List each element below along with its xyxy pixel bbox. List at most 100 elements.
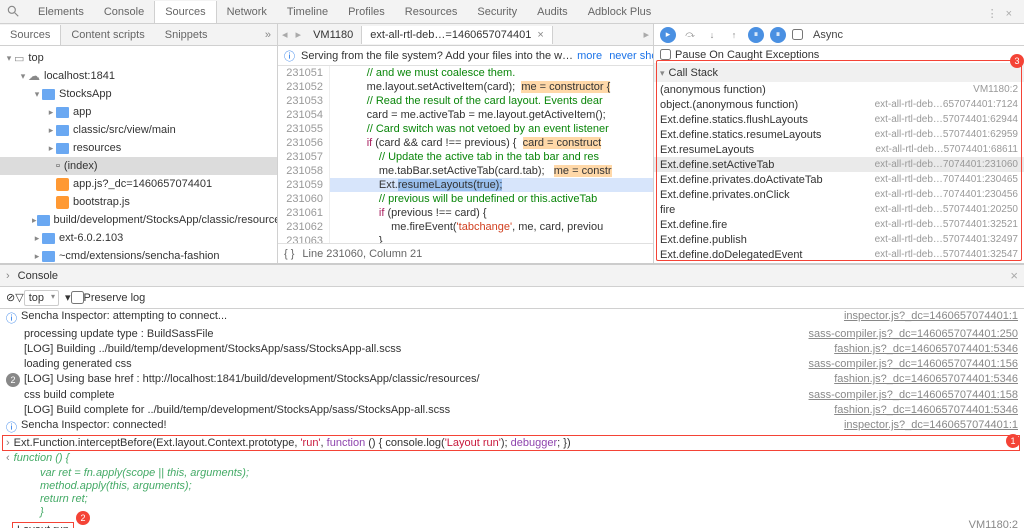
console-body[interactable]: ⓘSencha Inspector: attempting to connect…	[0, 309, 1024, 528]
source-link[interactable]: inspector.js?_dc=1460657074401:1	[844, 310, 1018, 322]
js-file-icon	[56, 178, 69, 191]
chevron-right-icon[interactable]: ›	[6, 270, 10, 282]
callstack-frame[interactable]: Ext.define.privates.doActivateTabext-all…	[654, 172, 1024, 187]
search-icon[interactable]	[6, 4, 20, 21]
filesystem-infobar: ⓘ Serving from the file system? Add your…	[278, 46, 653, 66]
source-link[interactable]: fashion.js?_dc=1460657074401:5346	[834, 373, 1018, 385]
context-selector[interactable]: top	[24, 290, 59, 306]
devtools-menu[interactable]: ⋮×	[975, 4, 1024, 20]
source-link[interactable]: fashion.js?_dc=1460657074401:5346	[834, 404, 1018, 416]
callstack-frame[interactable]: Ext.resumeLayoutsext-all-rtl-deb…5707440…	[654, 142, 1024, 157]
callstack-frame[interactable]: Ext.define.statics.resumeLayoutsext-all-…	[654, 127, 1024, 142]
source-link[interactable]: sass-compiler.js?_dc=1460657074401:158	[809, 389, 1018, 401]
tree-resources[interactable]: resources	[73, 142, 121, 154]
file-tree[interactable]: ▾top ▾localhost:1841 ▾StocksApp ▸app ▸cl…	[0, 46, 277, 263]
tree-host[interactable]: localhost:1841	[44, 70, 115, 82]
step-into-button[interactable]: ↓	[704, 27, 720, 43]
source-link[interactable]: VM1180:2	[969, 519, 1018, 528]
tab-nav-next-icon[interactable]: ▸	[292, 28, 306, 41]
tab-sources[interactable]: Sources	[154, 1, 216, 23]
tree-top[interactable]: top	[28, 52, 43, 64]
tab-network[interactable]: Network	[217, 1, 277, 23]
callstack-frame[interactable]: object.(anonymous function)ext-all-rtl-d…	[654, 97, 1024, 112]
console-message: css build completesass-compiler.js?_dc=1…	[0, 388, 1024, 403]
console-message-layout-run: Layout run2VM1180:2	[0, 518, 1024, 528]
async-checkbox[interactable]	[792, 29, 803, 40]
filter-icon[interactable]: ▽	[15, 291, 23, 304]
code-content[interactable]: // and we must coalesce them. me.layout.…	[330, 66, 653, 243]
tree-index[interactable]: (index)	[64, 160, 98, 172]
close-icon[interactable]: ×	[1002, 8, 1016, 20]
menu-kebab-icon[interactable]: ⋮	[983, 8, 1002, 20]
editor-tab-extall[interactable]: ext-all-rtl-deb…=1460657074401×	[362, 26, 553, 44]
callstack-frame[interactable]: Ext.define.statics.flushLayoutsext-all-r…	[654, 112, 1024, 127]
callstack-list[interactable]: (anonymous function)VM1180:2object.(anon…	[654, 82, 1024, 263]
editor-tab-vm1180[interactable]: VM1180	[305, 26, 362, 44]
close-icon[interactable]: ×	[537, 29, 543, 41]
step-over-button[interactable]: ⤼	[682, 27, 698, 43]
subtab-content-scripts[interactable]: Content scripts	[61, 25, 154, 45]
callstack-frame[interactable]: (anonymous function)VM1180:2	[654, 82, 1024, 97]
tree-classic[interactable]: classic/src/view/main	[73, 124, 176, 136]
tree-build[interactable]: build/development/StocksApp/classic/reso…	[54, 214, 277, 226]
tab-security[interactable]: Security	[467, 1, 527, 23]
console-message: ⓘSencha Inspector: attempting to connect…	[0, 309, 1024, 327]
callstack-frame[interactable]: Ext.define.privates.onClickext-all-rtl-d…	[654, 187, 1024, 202]
tab-audits[interactable]: Audits	[527, 1, 578, 23]
folder-icon	[42, 233, 55, 244]
subtab-snippets[interactable]: Snippets	[155, 25, 218, 45]
source-link[interactable]: fashion.js?_dc=1460657074401:5346	[834, 343, 1018, 355]
tab-nav-prev-icon[interactable]: ◂	[278, 28, 292, 41]
console-message: processing update type : BuildSassFilesa…	[0, 327, 1024, 342]
tab-resources[interactable]: Resources	[395, 1, 468, 23]
console-message: ⓘSencha Inspector: connected!inspector.j…	[0, 418, 1024, 436]
console-result-line: return ret;	[0, 492, 1024, 505]
close-icon[interactable]: ×	[1010, 268, 1018, 283]
tree-cmd[interactable]: ~cmd/extensions/sencha-fashion	[59, 250, 220, 262]
preserve-log-checkbox[interactable]	[71, 291, 84, 304]
tree-stocksapp[interactable]: StocksApp	[59, 88, 112, 100]
tab-overflow-icon[interactable]: ▸	[639, 28, 653, 41]
infobar-more[interactable]: more	[577, 50, 602, 62]
file-navigator: Sources Content scripts Snippets » ▾top …	[0, 24, 278, 263]
pause-caught-checkbox[interactable]	[660, 49, 671, 60]
callstack-frame[interactable]: Ext.define.fireext-all-rtl-deb…57074401:…	[654, 217, 1024, 232]
chevron-left-icon: ‹	[6, 452, 10, 464]
tab-elements[interactable]: Elements	[28, 1, 94, 23]
clear-console-icon[interactable]: ⊘	[6, 291, 15, 304]
tab-console[interactable]: Console	[94, 1, 154, 23]
callstack-header[interactable]: Call Stack	[654, 64, 1024, 82]
subtab-sources[interactable]: Sources	[0, 25, 61, 45]
navigator-tabbar: Sources Content scripts Snippets »	[0, 24, 277, 46]
tree-ext[interactable]: ext-6.0.2.103	[59, 232, 123, 244]
tree-bootstrap[interactable]: bootstrap.js	[73, 196, 130, 208]
step-out-button[interactable]: ↑	[726, 27, 742, 43]
document-icon: ▫	[56, 160, 60, 172]
infobar-never-show[interactable]: never show	[609, 50, 653, 62]
editor-status-bar: { } Line 231060, Column 21	[278, 243, 653, 263]
tab-profiles[interactable]: Profiles	[338, 1, 395, 23]
console-drawer: › Console × ⊘ ▽ top ▾ Preserve log ⓘSenc…	[0, 263, 1024, 528]
folder-icon	[37, 215, 50, 226]
console-drawer-tab[interactable]: Console	[18, 270, 58, 282]
devtools-tabbar: Elements Console Sources Network Timelin…	[0, 0, 1024, 24]
tree-appjs[interactable]: app.js?_dc=1460657074401	[73, 178, 212, 190]
pause-exceptions-button[interactable]: ⏸	[770, 27, 786, 43]
tab-timeline[interactable]: Timeline	[277, 1, 338, 23]
subtab-overflow-icon[interactable]: »	[259, 29, 277, 41]
deactivate-breakpoints-button[interactable]: ⏸	[748, 27, 764, 43]
console-message: loading generated csssass-compiler.js?_d…	[0, 357, 1024, 372]
line-gutter: 2310512310522310532310542310552310562310…	[278, 66, 330, 243]
tab-adblock[interactable]: Adblock Plus	[578, 1, 662, 23]
code-area[interactable]: 2310512310522310532310542310552310562310…	[278, 66, 653, 243]
tree-app[interactable]: app	[73, 106, 91, 118]
resume-button[interactable]: ▸	[660, 27, 676, 43]
callstack-frame[interactable]: fireext-all-rtl-deb…57074401:20250	[654, 202, 1024, 217]
callstack-frame[interactable]: Ext.define.setActiveTabext-all-rtl-deb…7…	[654, 157, 1024, 172]
callstack-frame[interactable]: Ext.define.publishext-all-rtl-deb…570744…	[654, 232, 1024, 247]
callstack-frame[interactable]: Ext.define.doDelegatedEventext-all-rtl-d…	[654, 247, 1024, 262]
source-link[interactable]: inspector.js?_dc=1460657074401:1	[844, 419, 1018, 431]
source-link[interactable]: sass-compiler.js?_dc=1460657074401:250	[809, 328, 1018, 340]
braces-icon[interactable]: { }	[284, 248, 294, 260]
source-link[interactable]: sass-compiler.js?_dc=1460657074401:156	[809, 358, 1018, 370]
